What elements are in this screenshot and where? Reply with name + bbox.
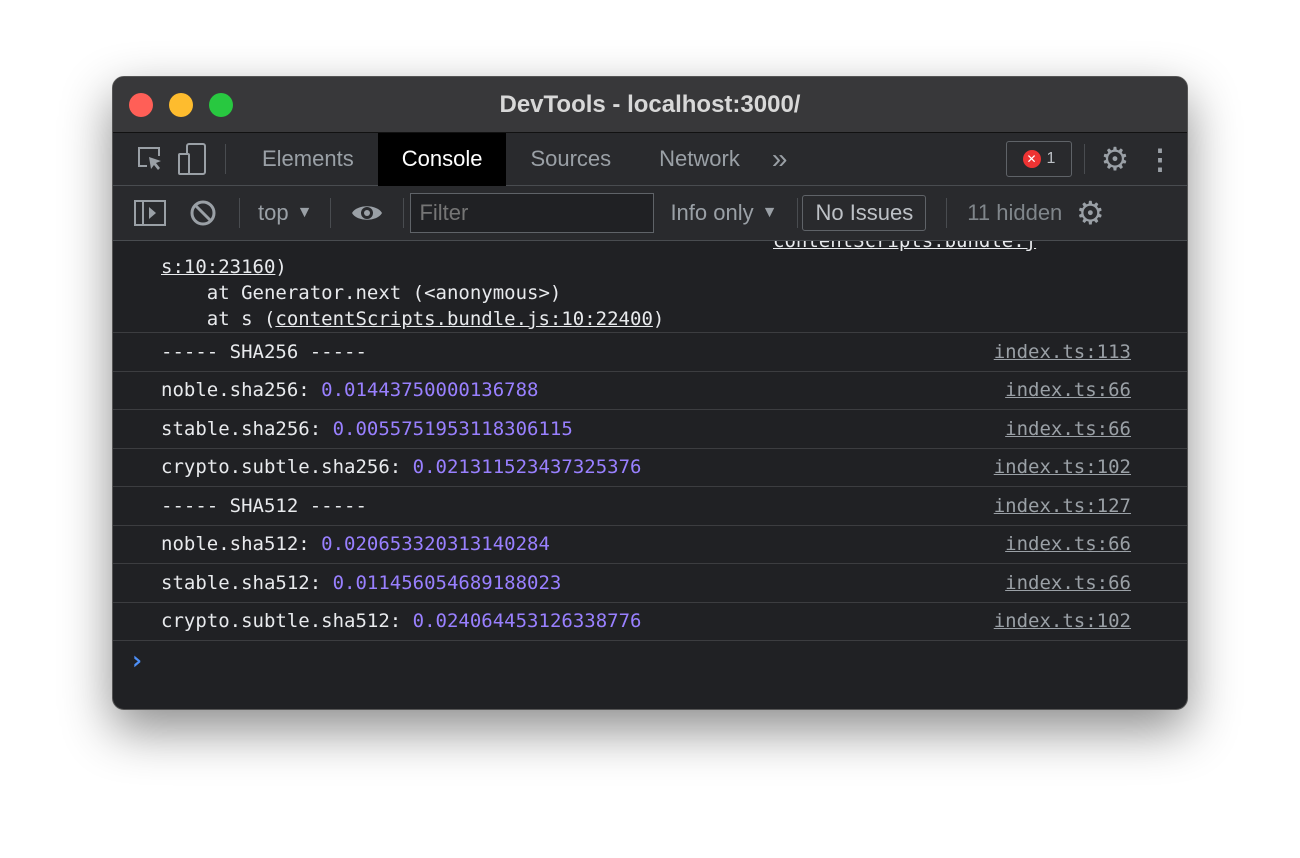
console-message: ----- SHA256 ----- index.ts:113	[113, 333, 1187, 372]
message-label: ----- SHA512 -----	[161, 494, 367, 517]
divider	[797, 198, 799, 228]
source-link[interactable]: index.ts:102	[994, 610, 1131, 632]
error-count-button[interactable]: ✕ 1	[1006, 141, 1072, 177]
message-label: noble.sha256:	[161, 379, 322, 402]
message-value: 0.024064453126338776	[412, 610, 642, 633]
message-label: noble.sha512:	[161, 533, 322, 556]
log-level-dropdown[interactable]: Info only ▼	[654, 200, 793, 226]
console-prompt[interactable]: ›	[113, 641, 1187, 681]
error-icon: ✕	[1022, 150, 1041, 168]
stack-text: at s (	[161, 308, 276, 330]
minimize-window-button[interactable]	[169, 93, 193, 117]
stack-link[interactable]: contentScripts.bundle.js:10:22400	[275, 308, 653, 330]
live-expression-eye-icon[interactable]	[337, 202, 397, 224]
divider	[330, 198, 332, 228]
stack-text: )	[275, 256, 287, 278]
console-message: stable.sha256: 0.0055751953118306115 inde…	[113, 410, 1187, 449]
message-value: 0.021311523437325376	[412, 456, 642, 479]
console-message: crypto.subtle.sha512: 0.0240644531263387…	[113, 603, 1187, 641]
source-link[interactable]: index.ts:113	[994, 341, 1131, 363]
sidebar-toggle-icon[interactable]	[113, 200, 173, 226]
message-label: crypto.subtle.sha256:	[161, 456, 413, 479]
tab-network[interactable]: Network	[635, 133, 764, 186]
message-value: 0.0055751953118306115	[332, 417, 573, 440]
console-message: ----- SHA512 ----- index.ts:127	[113, 487, 1187, 526]
source-link[interactable]: index.ts:66	[1005, 533, 1131, 555]
divider	[1084, 144, 1085, 174]
more-options-icon[interactable]: ⋮	[1133, 143, 1187, 176]
tab-bar: Elements Console Sources Network » ✕ 1 ⚙…	[113, 132, 1187, 186]
maximize-window-button[interactable]	[209, 93, 233, 117]
title-bar: DevTools - localhost:3000/	[113, 77, 1187, 133]
message-label: stable.sha256:	[161, 417, 333, 440]
window-title: DevTools - localhost:3000/	[499, 90, 801, 118]
stack-line: at Generator.next (<anonymous>)	[161, 282, 562, 304]
console-output: contentScripts.bundle.j s:10:23160) at G…	[113, 241, 1187, 681]
message-label: stable.sha512:	[161, 571, 333, 594]
settings-gear-icon[interactable]: ⚙	[1097, 140, 1133, 178]
hidden-count: 11 hidden	[967, 200, 1063, 225]
divider	[946, 198, 948, 228]
message-label: crypto.subtle.sha512:	[161, 610, 413, 633]
stack-trace: contentScripts.bundle.j s:10:23160) at G…	[113, 241, 1187, 333]
console-message: noble.sha256: 0.01443750000136788 index.t…	[113, 372, 1187, 410]
source-link[interactable]: index.ts:66	[1005, 572, 1131, 594]
stack-link[interactable]: contentScripts.bundle.j	[773, 241, 1036, 252]
message-label: ----- SHA256 -----	[161, 340, 367, 363]
divider	[239, 198, 240, 228]
dropdown-arrow-icon: ▼	[296, 204, 313, 221]
dropdown-arrow-icon: ▼	[761, 204, 778, 221]
filter-input[interactable]	[410, 193, 655, 233]
log-level-value: Info only	[670, 200, 754, 225]
source-link[interactable]: index.ts:66	[1005, 418, 1131, 440]
device-toolbar-icon[interactable]	[173, 142, 213, 176]
divider	[403, 198, 405, 228]
divider	[225, 144, 226, 174]
source-link[interactable]: index.ts:66	[1005, 379, 1131, 401]
stack-text: )	[652, 308, 665, 330]
tab-elements[interactable]: Elements	[238, 133, 378, 186]
context-selector[interactable]: top ▼	[246, 200, 324, 226]
tab-sources[interactable]: Sources	[506, 133, 635, 186]
inspect-element-icon[interactable]	[113, 144, 173, 174]
issues-button[interactable]: No Issues	[802, 195, 927, 231]
console-toolbar: top ▼ Info only ▼ No Issues 11 hidden ⚙	[113, 186, 1187, 241]
console-message: noble.sha512: 0.020653320313140284 index.…	[113, 526, 1187, 564]
message-value: 0.011456054689188023	[332, 571, 562, 594]
message-value: 0.020653320313140284	[321, 533, 550, 556]
more-tabs-button[interactable]: »	[764, 133, 796, 186]
source-link[interactable]: index.ts:102	[994, 456, 1131, 478]
devtools-window: DevTools - localhost:3000/ Elements Cons…	[112, 76, 1188, 710]
source-link[interactable]: index.ts:127	[994, 495, 1131, 517]
console-message: stable.sha512: 0.011456054689188023 index…	[113, 564, 1187, 603]
prompt-chevron-icon: ›	[129, 646, 145, 676]
message-value: 0.01443750000136788	[321, 379, 539, 402]
close-window-button[interactable]	[129, 93, 153, 117]
stack-link[interactable]: s:10:23160	[161, 256, 275, 278]
console-message: crypto.subtle.sha256: 0.0213115234373253…	[113, 449, 1187, 487]
console-settings-gear-icon[interactable]: ⚙	[1062, 194, 1118, 232]
tab-console[interactable]: Console	[377, 132, 507, 186]
error-count: 1	[1046, 150, 1056, 167]
clear-console-icon[interactable]	[173, 199, 233, 227]
context-value: top	[258, 200, 289, 225]
